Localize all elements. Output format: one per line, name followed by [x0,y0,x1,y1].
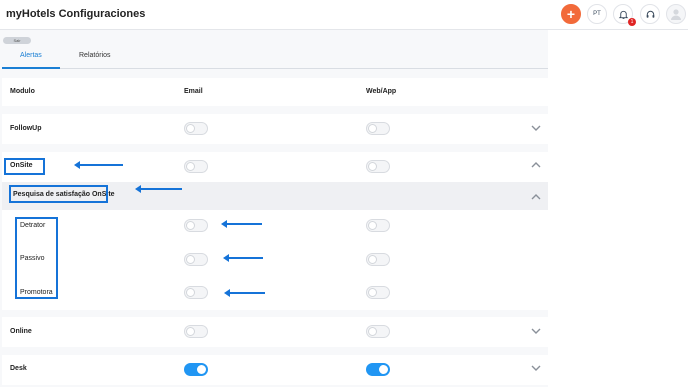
followup-webapp-toggle[interactable] [366,122,390,135]
app-title: myHotels Configuraciones [6,8,146,20]
tab-alertas[interactable]: Alertas [20,52,42,59]
chevron-up-icon[interactable] [531,193,541,201]
desk-webapp-toggle[interactable] [366,363,390,376]
promotora-email-toggle[interactable] [184,286,208,299]
module-row-online[interactable]: Online [2,317,548,347]
annotation-arrow-detrator [221,220,262,228]
module-row-followup[interactable]: FollowUp [2,114,548,144]
exit-pill[interactable]: Sair [3,37,31,44]
annotation-box-subitems [15,217,58,299]
online-email-toggle[interactable] [184,325,208,338]
module-label: Desk [10,365,27,372]
module-label: FollowUp [10,125,42,132]
annotation-box-onsite [4,158,45,175]
blank-panel [548,30,688,387]
chevron-down-icon[interactable] [531,124,541,132]
headset-icon [646,10,654,18]
language-button[interactable]: PT [587,4,607,24]
tab-relatorios[interactable]: Relatórios [79,52,111,59]
promotora-webapp-toggle[interactable] [366,286,390,299]
module-row-onsite[interactable]: OnSite [2,152,548,182]
column-header-module: Modulo [10,88,35,95]
column-header-email: Email [184,88,203,95]
detrator-email-toggle[interactable] [184,219,208,232]
annotation-arrow-onsite [74,161,123,169]
user-avatar[interactable] [666,4,686,24]
desk-email-toggle[interactable] [184,363,208,376]
followup-email-toggle[interactable] [184,122,208,135]
annotation-arrow-promotora [224,289,265,297]
column-header-webapp: Web/App [366,88,397,95]
online-webapp-toggle[interactable] [366,325,390,338]
chevron-down-icon[interactable] [531,364,541,372]
submodule-items: Detrator Passivo Promotora [2,210,548,310]
active-tab-indicator [2,67,60,69]
passivo-email-toggle[interactable] [184,253,208,266]
user-icon [671,9,681,20]
chevron-up-icon[interactable] [531,161,541,169]
annotation-arrow-survey [135,185,182,193]
bell-icon [618,10,628,19]
table-header: Modulo Email Web/App [2,78,548,106]
top-bar: myHotels Configuraciones + PT 1 [0,0,688,30]
add-button[interactable]: + [561,4,581,24]
module-row-desk[interactable]: Desk [2,355,548,385]
annotation-box-survey [9,185,108,203]
passivo-webapp-toggle[interactable] [366,253,390,266]
annotation-arrow-passivo [223,254,263,262]
tabs-divider [2,68,548,69]
support-button[interactable] [640,4,660,24]
notifications-button[interactable]: 1 [613,4,636,26]
notification-badge: 1 [628,18,636,26]
onsite-email-toggle[interactable] [184,160,208,173]
module-label: Online [10,328,32,335]
onsite-webapp-toggle[interactable] [366,160,390,173]
detrator-webapp-toggle[interactable] [366,219,390,232]
chevron-down-icon[interactable] [531,327,541,335]
